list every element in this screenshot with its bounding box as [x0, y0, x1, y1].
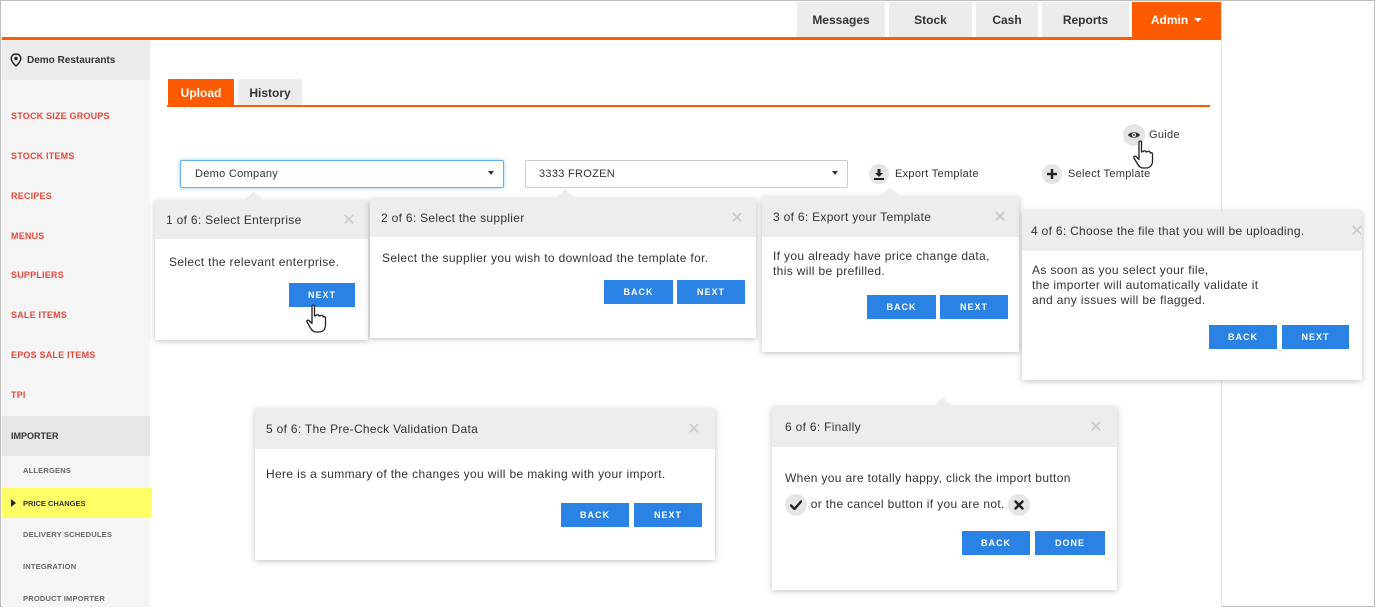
popover-title: 4 of 6: Choose the file that you will be…	[1031, 224, 1305, 238]
triangle-right-icon	[11, 499, 16, 507]
sidebar-subitem-price-changes[interactable]: PRICE CHANGES	[2, 488, 152, 518]
nav-admin-label: Admin	[1150, 12, 1189, 27]
nav-reports[interactable]: Reports	[1042, 2, 1129, 37]
close-icon[interactable]: ✕	[1350, 221, 1364, 241]
nav-messages[interactable]: Messages	[797, 2, 885, 37]
select-template-label: Select Template	[1068, 168, 1151, 180]
supplier-select[interactable]: 3333 FROZEN	[525, 160, 848, 188]
export-template-label: Export Template	[895, 168, 979, 180]
close-icon[interactable]: ✕	[993, 207, 1007, 227]
sidebar: Demo Restaurants STOCK SIZE GROUPS STOCK…	[2, 40, 152, 607]
export-template-button[interactable]: Export Template	[869, 164, 979, 184]
close-icon[interactable]: ✕	[342, 210, 356, 230]
popover-title: 3 of 6: Export your Template	[773, 210, 932, 224]
sidebar-subitem-product-importer[interactable]: PRODUCT IMPORTER	[23, 594, 105, 603]
popover-body: Here is a summary of the changes you wil…	[266, 467, 666, 481]
popover-header: 1 of 6: Select Enterprise ✕	[155, 201, 368, 239]
popover-title: 6 of 6: Finally	[785, 420, 861, 434]
download-icon	[869, 164, 889, 184]
next-button[interactable]: NEXT	[940, 295, 1008, 319]
sidebar-item-sale-items[interactable]: SALE ITEMS	[11, 310, 67, 320]
next-button[interactable]: NEXT	[677, 280, 745, 304]
map-pin-icon	[10, 53, 22, 67]
back-button[interactable]: BACK	[962, 531, 1030, 555]
sidebar-subitem-delivery-schedules[interactable]: DELIVERY SCHEDULES	[23, 530, 112, 539]
popover-body: If you already have price change data, t…	[773, 249, 990, 279]
popover-body: As soon as you select your file, the imp…	[1032, 263, 1258, 308]
location-name: Demo Restaurants	[27, 54, 116, 66]
close-icon[interactable]: ✕	[687, 419, 701, 439]
sidebar-item-tpi[interactable]: TPI	[11, 390, 26, 400]
hand-pointer-icon	[306, 304, 327, 333]
nav-accent-bar	[2, 37, 1221, 40]
popover-body-line: this will be prefilled.	[773, 264, 886, 278]
caret-down-icon	[1194, 17, 1203, 22]
close-icon[interactable]: ✕	[1089, 417, 1103, 437]
sidebar-section-importer[interactable]: IMPORTER	[2, 416, 150, 456]
back-button[interactable]: BACK	[1209, 325, 1277, 349]
popover-body-line: the importer will automatically validate…	[1032, 278, 1259, 292]
popover-header: 4 of 6: Choose the file that you will be…	[1022, 211, 1364, 251]
back-button[interactable]: BACK	[604, 280, 673, 304]
location-selector[interactable]: Demo Restaurants	[2, 40, 150, 80]
plus-icon	[1042, 164, 1062, 184]
back-button[interactable]: BACK	[561, 503, 629, 527]
popover-header: 6 of 6: Finally ✕	[772, 407, 1117, 447]
nav-stock[interactable]: Stock	[889, 2, 972, 37]
popover-body: When you are totally happy, click the im…	[785, 465, 1071, 517]
top-nav: Messages Stock Cash Reports Admin	[2, 2, 1221, 40]
guide-step-1-popover: 1 of 6: Select Enterprise ✕ Select the r…	[155, 191, 368, 340]
enterprise-select-value: Demo Company	[195, 168, 279, 180]
popover-body: Select the supplier you wish to download…	[382, 251, 709, 265]
supplier-select-value: 3333 FROZEN	[539, 168, 616, 180]
sidebar-item-suppliers[interactable]: SUPPLIERS	[11, 270, 64, 280]
popover-header: 3 of 6: Export your Template ✕	[762, 197, 1019, 237]
popover-body: Select the relevant enterprise.	[169, 255, 340, 269]
guide-step-3-popover: 3 of 6: Export your Template ✕ If you al…	[762, 187, 1019, 352]
select-arrow-icon	[488, 171, 494, 175]
nav-admin-dropdown[interactable]: Admin	[1132, 2, 1221, 37]
popover-body-line: and any issues will be flagged.	[1032, 293, 1206, 307]
back-button[interactable]: BACK	[867, 295, 936, 319]
sidebar-item-menus[interactable]: MENUS	[11, 231, 45, 241]
select-arrow-icon	[832, 171, 838, 175]
done-button[interactable]: DONE	[1035, 531, 1105, 555]
sidebar-item-stock-size-groups[interactable]: STOCK SIZE GROUPS	[11, 111, 110, 121]
popover-header: 2 of 6: Select the supplier ✕	[370, 199, 756, 237]
tab-history[interactable]: History	[238, 79, 302, 106]
sidebar-subitem-integration[interactable]: INTEGRATION	[23, 562, 76, 571]
sidebar-item-recipes[interactable]: RECIPES	[11, 191, 52, 201]
sidebar-item-stock-items[interactable]: STOCK ITEMS	[11, 151, 75, 161]
popover-body-line: or the cancel button if you are not.	[810, 497, 1005, 511]
select-template-button[interactable]: Select Template	[1042, 164, 1151, 184]
sidebar-subitem-allergens[interactable]: ALLERGENS	[23, 466, 71, 475]
next-button[interactable]: NEXT	[634, 503, 702, 527]
sidebar-subitem-label: PRICE CHANGES	[23, 498, 86, 508]
enterprise-select[interactable]: Demo Company	[180, 160, 504, 188]
tab-upload[interactable]: Upload	[168, 79, 234, 106]
check-icon	[785, 493, 807, 516]
popover-body-line: When you are totally happy, click the im…	[785, 471, 1071, 485]
guide-step-6-popover: 6 of 6: Finally ✕ When you are totally h…	[772, 397, 1117, 590]
next-button[interactable]: NEXT	[1282, 325, 1349, 349]
popover-title: 1 of 6: Select Enterprise	[166, 213, 302, 227]
popover-body-line: If you already have price change data,	[773, 249, 990, 263]
popover-body-line-2: or the cancel button if you are not.	[785, 491, 1071, 517]
cancel-x-icon	[1008, 493, 1031, 516]
close-icon[interactable]: ✕	[730, 208, 744, 228]
tab-underline	[167, 105, 1210, 107]
popover-header: 5 of 6: The Pre-Check Validation Data ✕	[255, 409, 715, 449]
guide-step-4-popover: 4 of 6: Choose the file that you will be…	[1022, 211, 1364, 380]
guide-step-5-popover: 5 of 6: The Pre-Check Validation Data ✕ …	[255, 409, 715, 560]
popover-body-line: As soon as you select your file,	[1032, 263, 1209, 277]
sidebar-item-epos-sale-items[interactable]: EPOS SALE ITEMS	[11, 350, 96, 360]
nav-cash[interactable]: Cash	[976, 2, 1038, 37]
popover-title: 5 of 6: The Pre-Check Validation Data	[266, 422, 479, 436]
guide-step-2-popover: 2 of 6: Select the supplier ✕ Select the…	[370, 189, 756, 338]
popover-title: 2 of 6: Select the supplier	[381, 211, 525, 225]
